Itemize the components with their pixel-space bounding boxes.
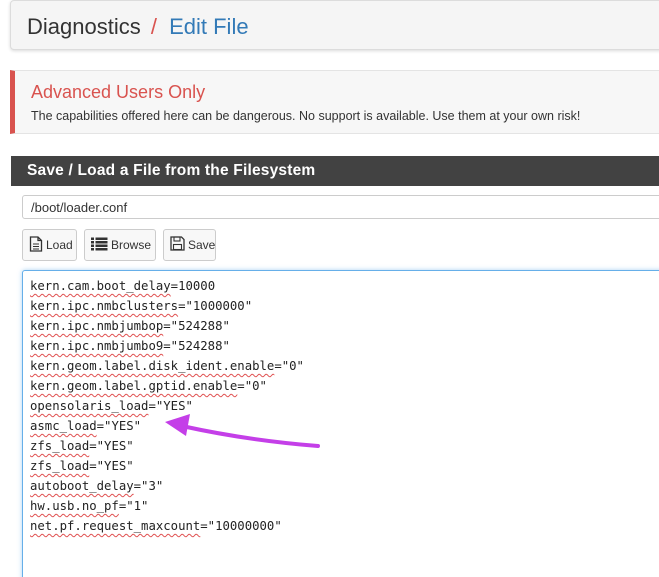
browse-button-label: Browse: [111, 238, 152, 252]
alert-text: The capabilities offered here can be dan…: [31, 109, 581, 123]
code-line: zfs_load="YES": [30, 439, 134, 453]
code-line: asmc_load="YES": [30, 419, 142, 433]
load-button[interactable]: Load: [22, 229, 77, 261]
file-content-editor[interactable]: kern.cam.boot_delay=10000 kern.ipc.nmbcl…: [22, 270, 659, 577]
code-line: opensolaris_load="YES": [30, 399, 193, 413]
breadcrumb-root: Diagnostics: [27, 14, 141, 39]
code-line: zfs_load="YES": [30, 459, 134, 473]
code-line: net.pf.request_maxcount="10000000": [30, 519, 282, 533]
browse-button[interactable]: Browse: [84, 229, 156, 261]
save-button-label: Save: [188, 238, 216, 252]
code-line: kern.ipc.nmbjumbop="524288": [30, 319, 230, 333]
code-line: kern.ipc.nmbjumbo9="524288": [30, 339, 230, 353]
list-icon: [91, 237, 111, 254]
floppy-disk-icon: [170, 236, 188, 254]
code-line: kern.geom.label.disk_ident.enable="0": [30, 359, 304, 373]
breadcrumb-separator: /: [150, 14, 157, 39]
code-line: autoboot_delay="3": [30, 479, 164, 493]
breadcrumb: Diagnostics / Edit File: [10, 0, 659, 50]
alert-title: Advanced Users Only: [31, 82, 206, 102]
breadcrumb-current[interactable]: Edit File: [169, 14, 248, 39]
save-button[interactable]: Save: [163, 229, 216, 261]
code-line: hw.usb.no_pf="1": [30, 499, 149, 513]
code-line: kern.ipc.nmbclusters="1000000": [30, 299, 253, 313]
file-path-input[interactable]: [22, 195, 659, 219]
load-button-label: Load: [46, 238, 73, 252]
warning-alert: Advanced Users Only The capabilities off…: [10, 70, 659, 134]
code-line: kern.geom.label.gptid.enable="0": [30, 379, 267, 393]
code-line: kern.cam.boot_delay=10000: [30, 279, 216, 293]
file-icon: [29, 235, 46, 255]
panel-title: Save / Load a File from the Filesystem: [11, 156, 659, 186]
